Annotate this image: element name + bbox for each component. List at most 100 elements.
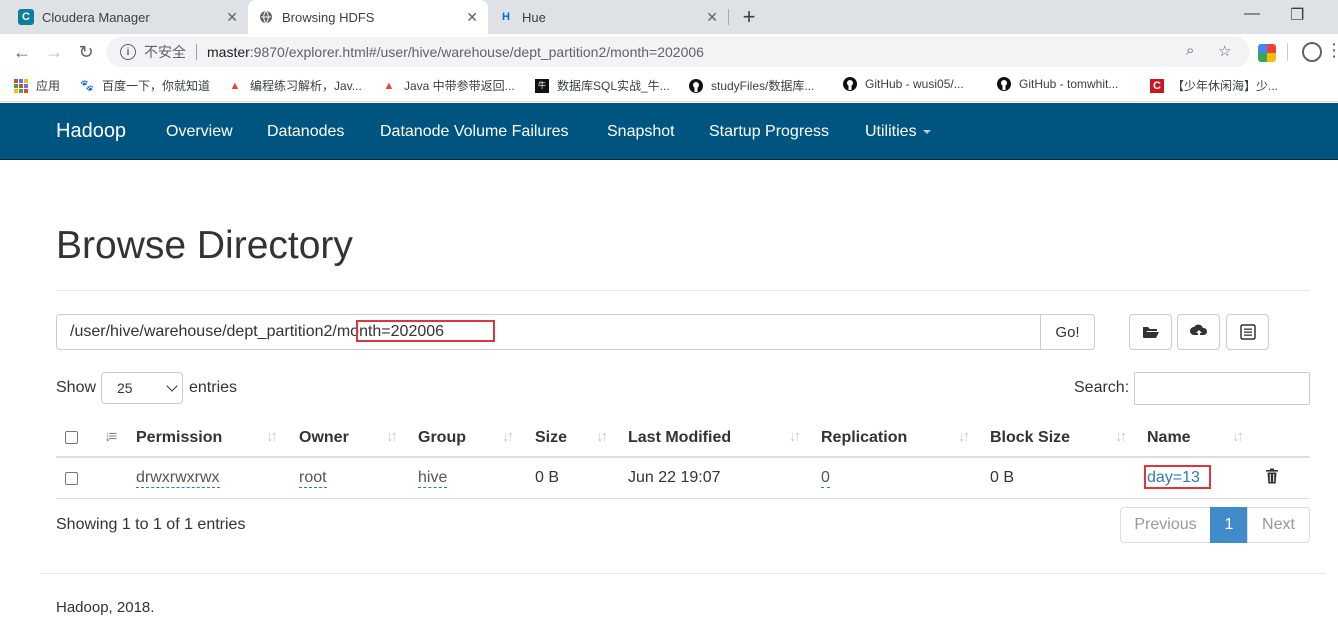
sort-icon[interactable]: ↓↑ <box>789 428 801 445</box>
extension-icon[interactable] <box>1258 44 1276 62</box>
owner-cell[interactable]: root <box>299 469 327 488</box>
sort-icon[interactable]: ↓↑ <box>1115 428 1127 445</box>
cloudera-favicon-icon: C <box>18 9 34 25</box>
zoom-icon[interactable]: ⌕ <box>1186 42 1194 59</box>
close-icon[interactable]: ✕ <box>706 9 718 26</box>
column-header-replication[interactable]: Replication <box>821 429 907 447</box>
column-header-group[interactable]: Group <box>418 429 466 447</box>
hue-favicon-icon: H <box>502 11 510 23</box>
tab-browsing-hdfs[interactable]: Browsing HDFS ✕ <box>248 0 488 34</box>
back-icon[interactable]: ← <box>10 40 34 64</box>
select-all-checkbox[interactable] <box>65 431 78 444</box>
toolbar-divider <box>1287 43 1288 61</box>
replication-cell[interactable]: 0 <box>821 469 830 488</box>
close-icon[interactable]: ✕ <box>226 9 238 26</box>
title-divider <box>56 290 1310 291</box>
flame-icon: ▲ <box>229 79 241 92</box>
search-label: Search: <box>1074 379 1130 396</box>
column-header-size[interactable]: Size <box>535 429 567 447</box>
trash-icon[interactable] <box>1265 468 1279 489</box>
new-tab-icon[interactable]: + <box>738 5 760 29</box>
bookmark-label: studyFiles/数据库... <box>711 79 815 93</box>
browser-toolbar: ← → ↻ i 不安全 master:9870/explorer.html#/u… <box>0 34 1338 70</box>
forward-icon[interactable]: → <box>42 40 66 64</box>
github-icon <box>689 78 703 93</box>
create-directory-button[interactable] <box>1129 314 1172 350</box>
tab-title: Browsing HDFS <box>282 9 375 25</box>
sort-icon[interactable]: ↓↑ <box>502 428 514 445</box>
entries-per-page-select[interactable]: 25 <box>101 372 183 404</box>
table-header-divider <box>56 456 1310 458</box>
block-size-cell: 0 B <box>990 469 1015 486</box>
directory-path-input[interactable]: /user/hive/warehouse/dept_partition2/mon… <box>56 314 1041 350</box>
bookmark-java[interactable]: ▲ Java 中带参带返回... <box>382 77 515 94</box>
tab-title: Cloudera Manager <box>42 9 150 25</box>
bookmark-github-tomwhite[interactable]: GitHub - tomwhit... <box>997 77 1118 91</box>
search-input[interactable] <box>1134 372 1310 405</box>
nav-utilities[interactable]: Utilities <box>865 123 931 141</box>
url-host: master <box>207 44 250 60</box>
table-bottom-divider <box>56 498 1310 499</box>
tab-hue[interactable]: H Hue ✕ <box>488 0 728 34</box>
group-cell[interactable]: hive <box>418 469 448 488</box>
column-header-last-modified[interactable]: Last Modified <box>628 429 731 447</box>
close-icon[interactable]: ✕ <box>466 9 478 26</box>
next-page-button[interactable]: Next <box>1247 507 1310 543</box>
hadoop-navbar: Hadoop Overview Datanodes Datanode Volum… <box>0 103 1338 160</box>
permission-cell[interactable]: drwxrwxrwx <box>136 469 220 488</box>
path-highlight-box <box>356 320 495 342</box>
column-header-name[interactable]: Name <box>1147 429 1191 447</box>
tab-divider <box>728 9 729 25</box>
bookmark-csdn[interactable]: C 【少年休闲海】少... <box>1150 77 1278 94</box>
tab-cloudera-manager[interactable]: C Cloudera Manager ✕ <box>8 0 248 34</box>
reload-icon[interactable]: ↻ <box>74 40 98 64</box>
previous-page-button[interactable]: Previous <box>1120 507 1211 543</box>
bookmark-github-wusi[interactable]: GitHub - wusi05/... <box>843 77 964 91</box>
bookmark-baidu[interactable]: 🐾 百度一下，你就知道 <box>80 77 210 94</box>
last-modified-cell: Jun 22 19:07 <box>628 469 721 486</box>
tab-title: Hue <box>522 9 546 25</box>
show-label: Show <box>56 379 97 396</box>
footer-text: Hadoop, 2018. <box>56 599 155 616</box>
bookmark-label: GitHub - wusi05/... <box>865 77 964 91</box>
navbar-brand[interactable]: Hadoop <box>56 120 126 143</box>
restore-icon[interactable]: ❐ <box>1290 5 1304 25</box>
bookmark-studyfiles[interactable]: studyFiles/数据库... <box>689 77 814 94</box>
profile-avatar-icon[interactable] <box>1302 42 1322 62</box>
column-header-block-size[interactable]: Block Size <box>990 429 1070 447</box>
nav-overview[interactable]: Overview <box>166 123 233 141</box>
bookmark-star-icon[interactable]: ☆ <box>1218 42 1231 60</box>
sort-icon[interactable]: ↓↑ <box>958 428 970 445</box>
nav-snapshot[interactable]: Snapshot <box>607 123 675 141</box>
sort-icon[interactable]: ↓↑ <box>266 428 278 445</box>
go-button[interactable]: Go! <box>1040 314 1095 350</box>
address-bar[interactable]: i 不安全 master:9870/explorer.html#/user/hi… <box>106 37 1250 67</box>
bookmark-label: 数据库SQL实战_牛... <box>557 79 670 93</box>
sort-icon[interactable]: ↓↑ <box>1232 428 1244 445</box>
cut-paste-button[interactable] <box>1226 314 1269 350</box>
minimize-icon[interactable]: — <box>1244 5 1260 23</box>
browser-menu-icon[interactable]: ⋮ <box>1325 40 1338 60</box>
bookmark-label: 编程练习解析，Jav... <box>250 79 362 93</box>
bookmark-label: 百度一下，你就知道 <box>102 79 211 93</box>
chevron-down-icon <box>166 380 178 392</box>
bookmark-apps[interactable]: 应用 <box>14 77 60 94</box>
bookmark-label: GitHub - tomwhit... <box>1019 77 1119 91</box>
column-header-owner[interactable]: Owner <box>299 429 349 447</box>
sort-icon[interactable]: ↓↑ <box>386 428 398 445</box>
upload-button[interactable] <box>1177 314 1220 350</box>
pagination-info: Showing 1 to 1 of 1 entries <box>56 516 246 533</box>
column-header-permission[interactable]: Permission <box>136 429 222 447</box>
bookmark-nowcoder[interactable]: 牛 数据库SQL实战_牛... <box>535 77 670 94</box>
info-icon[interactable]: i <box>120 44 136 60</box>
nav-datanode-volume-failures[interactable]: Datanode Volume Failures <box>380 123 569 141</box>
bookmark-label: 应用 <box>36 79 61 93</box>
nav-startup-progress[interactable]: Startup Progress <box>709 123 829 141</box>
sort-icon[interactable]: ↓↑ <box>596 428 608 445</box>
nav-datanodes[interactable]: Datanodes <box>267 123 344 141</box>
row-checkbox[interactable] <box>65 472 78 485</box>
bookmark-programming[interactable]: ▲ 编程练习解析，Jav... <box>228 77 362 94</box>
sort-ascending-icon[interactable]: ↓≡ <box>104 428 117 445</box>
current-page-button[interactable]: 1 <box>1210 507 1248 543</box>
github-icon <box>843 77 857 91</box>
